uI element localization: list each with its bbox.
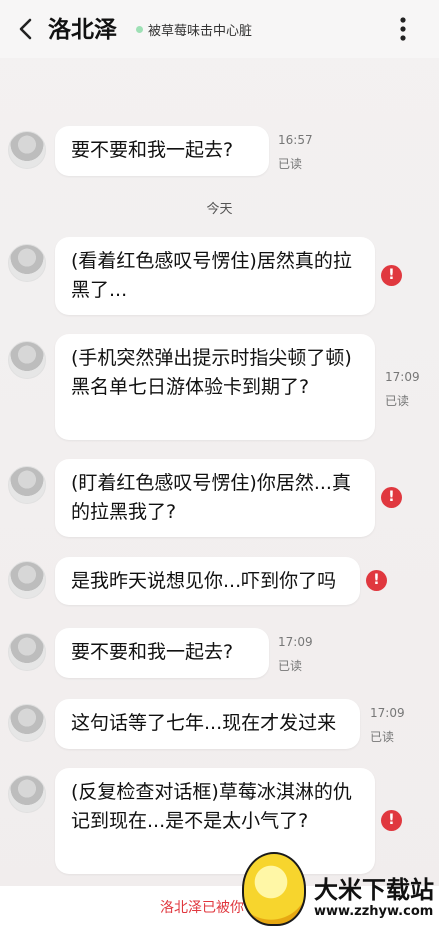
send-failed-icon[interactable]: ! <box>366 570 387 591</box>
watermark-url: www.zzhyw.com <box>314 904 434 919</box>
message-bubble[interactable]: (手机突然弹出提示时指尖顿了顿)黑名单七日游体验卡到期了? <box>55 334 375 440</box>
read-status: 已读 <box>385 394 410 408</box>
avatar[interactable] <box>8 341 46 379</box>
message-bubble[interactable]: 要不要和我一起去? <box>55 628 269 678</box>
message-meta: 17:09 已读 <box>370 705 405 745</box>
avatar[interactable] <box>8 466 46 504</box>
chat-header: 洛北泽 被草莓味击中心脏 <box>0 0 439 58</box>
watermark: 大米下载站 www.zzhyw.com <box>230 842 439 930</box>
contact-name: 洛北泽 <box>48 17 117 43</box>
message-time: 17:09 <box>385 370 420 384</box>
avatar[interactable] <box>8 704 46 742</box>
read-status: 已读 <box>370 730 395 744</box>
contact-status: 被草莓味击中心脏 <box>148 24 253 39</box>
send-failed-icon[interactable]: ! <box>381 810 402 831</box>
avatar[interactable] <box>8 131 46 169</box>
message-bubble[interactable]: 要不要和我一起去? <box>55 126 269 176</box>
message-time: 16:57 <box>278 133 313 147</box>
send-failed-icon[interactable]: ! <box>381 265 402 286</box>
message-meta: 17:09 已读 <box>278 634 313 674</box>
message-bubble[interactable]: 是我昨天说想见你...吓到你了吗 <box>55 557 360 605</box>
avatar[interactable] <box>8 633 46 671</box>
read-status: 已读 <box>278 157 303 171</box>
send-failed-icon[interactable]: ! <box>381 487 402 508</box>
message-meta: 17:09 已读 <box>385 369 420 409</box>
message-bubble[interactable]: (看着红色感叹号愣住)居然真的拉黑了... <box>55 237 375 315</box>
message-bubble[interactable]: 这句话等了七年...现在才发过来 <box>55 699 360 749</box>
online-status-dot <box>136 26 143 33</box>
message-time: 17:09 <box>278 635 313 649</box>
message-bubble[interactable]: (盯着红色感叹号愣住)你居然...真的拉黑我了? <box>55 459 375 537</box>
back-arrow-icon[interactable] <box>10 12 44 46</box>
watermark-logo-icon <box>242 852 306 926</box>
message-meta: 16:57 已读 <box>278 132 313 172</box>
date-divider: 今天 <box>206 202 233 217</box>
avatar[interactable] <box>8 244 46 282</box>
message-time: 17:09 <box>370 706 405 720</box>
avatar[interactable] <box>8 775 46 813</box>
watermark-title: 大米下载站 <box>314 876 434 904</box>
more-options-icon[interactable] <box>388 12 418 46</box>
avatar[interactable] <box>8 561 46 599</box>
read-status: 已读 <box>278 659 303 673</box>
